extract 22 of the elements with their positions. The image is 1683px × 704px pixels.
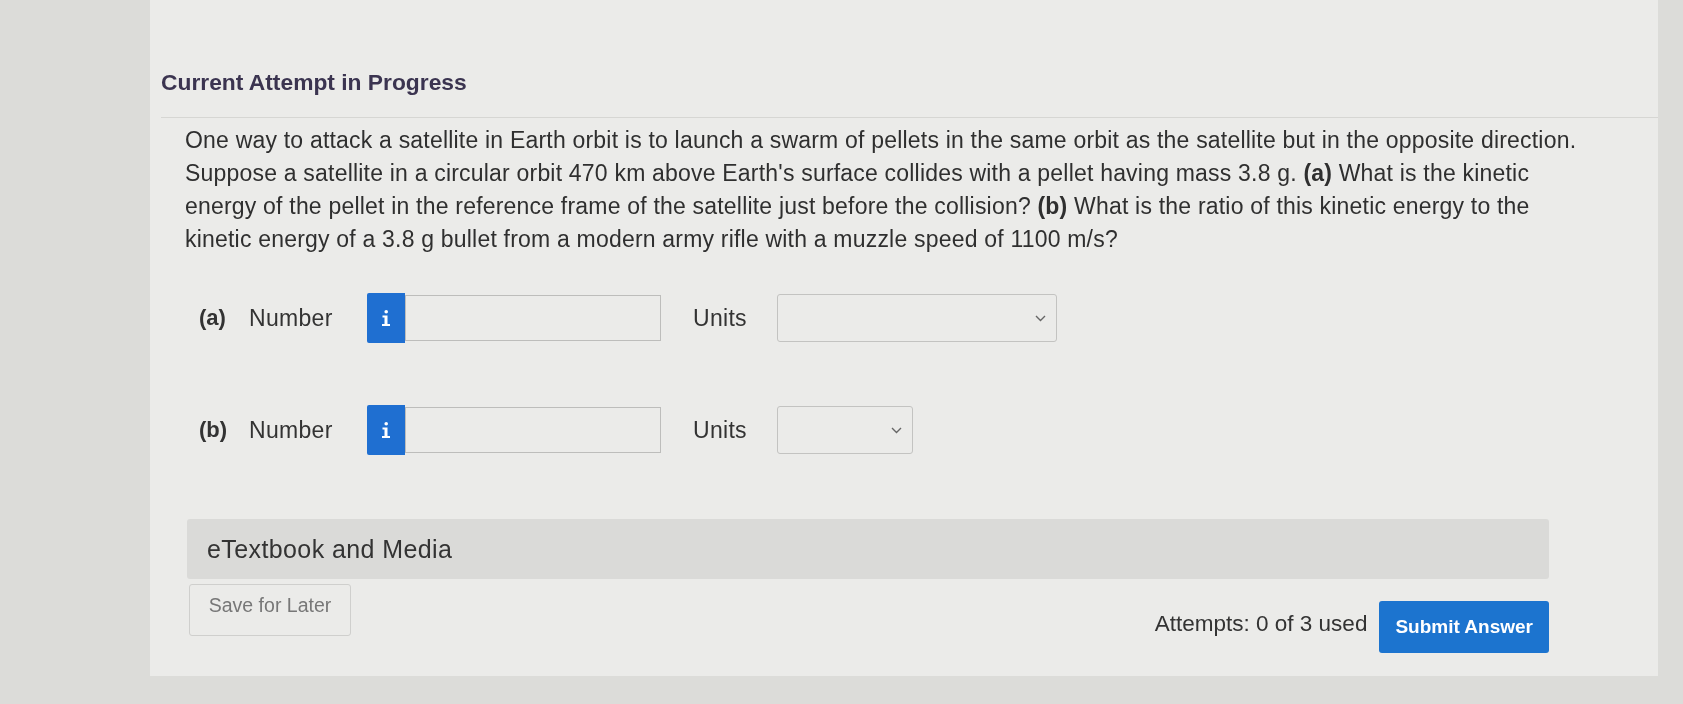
number-label: Number	[249, 416, 334, 444]
etextbook-media-bar[interactable]: eTextbook and Media	[187, 519, 1549, 579]
part-label: (b)	[199, 417, 229, 443]
units-dropdown[interactable]	[776, 406, 913, 454]
units-label: Units	[693, 304, 747, 332]
info-icon	[382, 310, 390, 326]
info-icon	[382, 422, 390, 438]
info-button[interactable]	[367, 293, 405, 343]
info-button[interactable]	[367, 405, 405, 455]
chevron-down-icon	[1034, 314, 1046, 322]
section-title: Current Attempt in Progress	[161, 68, 467, 96]
save-for-later-button[interactable]: Save for Later	[189, 584, 351, 636]
number-label: Number	[249, 304, 334, 332]
attempts-text: Attempts: 0 of 3 used	[1154, 611, 1368, 637]
submit-answer-button[interactable]: Submit Answer	[1379, 601, 1549, 653]
units-dropdown[interactable]	[776, 294, 1057, 342]
number-field[interactable]	[405, 295, 661, 341]
part-label: (a)	[199, 305, 227, 331]
number-field[interactable]	[405, 407, 661, 453]
question-text: One way to attack a satellite in Earth orbit is to launch a swarm of pellets in the same orbit as the satellite but in the opposite direction. Suppose a satellite in a circular orbit 470 km above Earth's surface collides with a pellet having mass 3.8 g. (a) What is the kinetic energy of the pellet in the reference frame of the satellite just before the collision? (b) What is the ratio of this kinetic energy to the kinetic energy of a 3.8 g bullet from a modern army rifle with a muzzle speed of 1100 m/s?	[185, 126, 1578, 254]
chevron-down-icon	[890, 426, 902, 434]
units-label: Units	[693, 416, 747, 444]
